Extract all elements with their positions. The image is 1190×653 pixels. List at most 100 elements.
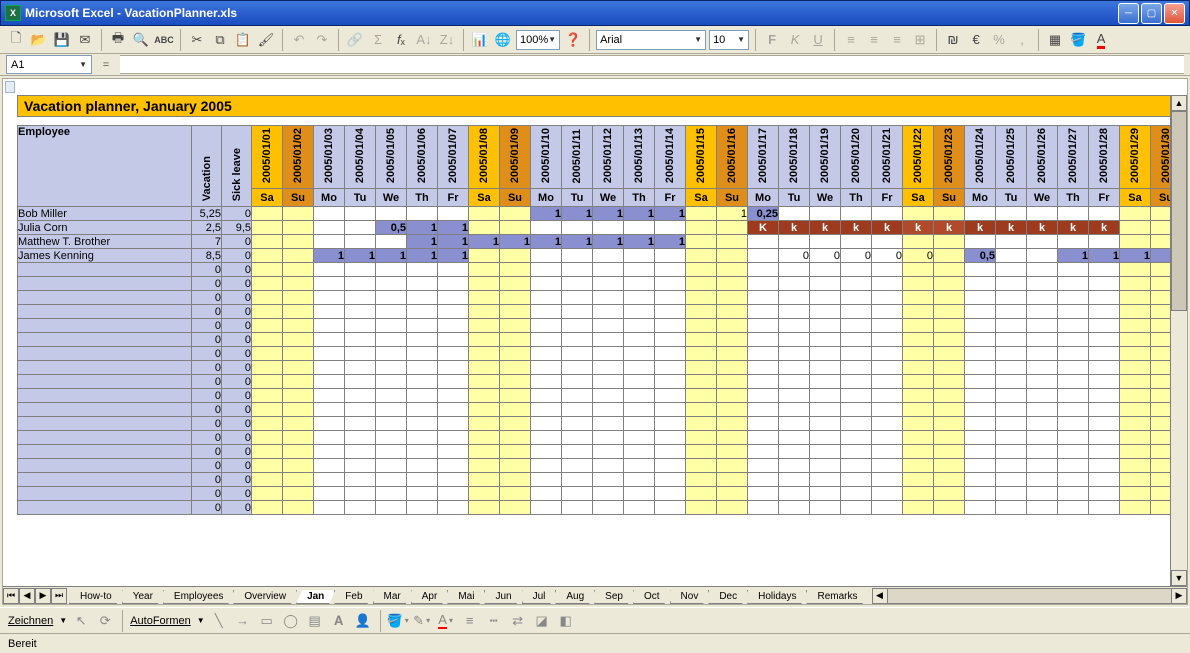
day-cell[interactable]: [252, 417, 283, 431]
day-cell[interactable]: [376, 361, 407, 375]
day-cell[interactable]: [810, 403, 841, 417]
day-cell[interactable]: [841, 403, 872, 417]
day-cell[interactable]: [717, 389, 748, 403]
shadow-icon[interactable]: ◪: [532, 611, 552, 631]
day-cell[interactable]: [1058, 403, 1089, 417]
day-cell[interactable]: [717, 249, 748, 263]
day-cell[interactable]: [655, 277, 686, 291]
day-cell[interactable]: [314, 333, 345, 347]
day-cell[interactable]: [748, 235, 779, 249]
tab-nav-prev[interactable]: ◀: [19, 588, 35, 604]
day-cell[interactable]: [283, 459, 314, 473]
date-header[interactable]: 2005/01/28: [1089, 126, 1120, 189]
planner-table[interactable]: EmployeeVacationSick leave2005/01/012005…: [17, 125, 1182, 515]
day-cell[interactable]: [562, 221, 593, 235]
day-cell[interactable]: [376, 305, 407, 319]
day-cell[interactable]: [934, 361, 965, 375]
day-cell[interactable]: [779, 291, 810, 305]
day-cell[interactable]: [655, 445, 686, 459]
day-cell[interactable]: [283, 501, 314, 515]
horizontal-scrollbar[interactable]: ◀ ▶: [872, 588, 1188, 604]
day-cell[interactable]: [996, 249, 1027, 263]
day-cell[interactable]: [717, 319, 748, 333]
day-cell[interactable]: [624, 417, 655, 431]
select-all-corner[interactable]: [5, 81, 15, 93]
sheet-tab-mar[interactable]: Mar: [373, 590, 412, 604]
day-cell[interactable]: [531, 263, 562, 277]
name-box[interactable]: A1 ▼: [6, 55, 92, 74]
day-cell[interactable]: [686, 403, 717, 417]
day-cell[interactable]: 1: [1120, 249, 1151, 263]
new-icon[interactable]: 🗋: [6, 30, 26, 50]
day-cell[interactable]: [1120, 319, 1151, 333]
sick-total-cell[interactable]: 0: [222, 291, 252, 305]
day-cell[interactable]: [903, 403, 934, 417]
day-cell[interactable]: [624, 361, 655, 375]
day-cell[interactable]: [624, 473, 655, 487]
day-cell[interactable]: [686, 473, 717, 487]
day-cell[interactable]: [841, 333, 872, 347]
day-cell[interactable]: [779, 235, 810, 249]
dow-header[interactable]: Su: [717, 189, 748, 207]
day-cell[interactable]: [934, 263, 965, 277]
day-cell[interactable]: 1: [1058, 249, 1089, 263]
day-cell[interactable]: [717, 361, 748, 375]
dow-header[interactable]: Mo: [531, 189, 562, 207]
day-cell[interactable]: [469, 459, 500, 473]
day-cell[interactable]: [686, 361, 717, 375]
day-cell[interactable]: [500, 459, 531, 473]
day-cell[interactable]: [531, 347, 562, 361]
day-cell[interactable]: [810, 207, 841, 221]
paste-icon[interactable]: 📋: [233, 30, 253, 50]
minimize-button[interactable]: ─: [1118, 3, 1139, 24]
day-cell[interactable]: [1027, 375, 1058, 389]
day-cell[interactable]: [686, 249, 717, 263]
day-cell[interactable]: [1058, 333, 1089, 347]
bold-icon[interactable]: F: [762, 30, 782, 50]
day-cell[interactable]: [810, 361, 841, 375]
day-cell[interactable]: [841, 207, 872, 221]
sort-asc-icon[interactable]: A↓: [414, 30, 434, 50]
employee-name-cell[interactable]: [18, 347, 192, 361]
day-cell[interactable]: [1058, 361, 1089, 375]
day-cell[interactable]: [686, 207, 717, 221]
day-cell[interactable]: 1: [593, 207, 624, 221]
day-cell[interactable]: [1058, 207, 1089, 221]
day-cell[interactable]: [965, 361, 996, 375]
day-cell[interactable]: [345, 445, 376, 459]
day-cell[interactable]: [872, 473, 903, 487]
day-cell[interactable]: [717, 487, 748, 501]
day-cell[interactable]: [252, 361, 283, 375]
align-right-icon[interactable]: ≡: [887, 30, 907, 50]
day-cell[interactable]: [965, 403, 996, 417]
day-cell[interactable]: [283, 277, 314, 291]
day-cell[interactable]: [531, 417, 562, 431]
day-cell[interactable]: [252, 333, 283, 347]
vacation-total-cell[interactable]: 0: [192, 263, 222, 277]
formula-input[interactable]: [120, 55, 1184, 74]
day-cell[interactable]: [283, 361, 314, 375]
align-left-icon[interactable]: ≡: [841, 30, 861, 50]
italic-icon[interactable]: K: [785, 30, 805, 50]
day-cell[interactable]: [252, 473, 283, 487]
day-cell[interactable]: [469, 249, 500, 263]
day-cell[interactable]: [438, 501, 469, 515]
day-cell[interactable]: [996, 347, 1027, 361]
day-cell[interactable]: [717, 291, 748, 305]
sick-total-cell[interactable]: 0: [222, 431, 252, 445]
day-cell[interactable]: [686, 389, 717, 403]
day-cell[interactable]: [500, 319, 531, 333]
day-cell[interactable]: [438, 319, 469, 333]
day-cell[interactable]: [531, 291, 562, 305]
day-cell[interactable]: [469, 473, 500, 487]
sick-total-cell[interactable]: 0: [222, 249, 252, 263]
rectangle-icon[interactable]: ▭: [257, 611, 277, 631]
day-cell[interactable]: [872, 277, 903, 291]
day-cell[interactable]: [903, 235, 934, 249]
day-cell[interactable]: [810, 305, 841, 319]
day-cell[interactable]: [965, 319, 996, 333]
day-cell[interactable]: [531, 459, 562, 473]
day-cell[interactable]: [903, 459, 934, 473]
day-cell[interactable]: [965, 487, 996, 501]
day-cell[interactable]: [996, 263, 1027, 277]
